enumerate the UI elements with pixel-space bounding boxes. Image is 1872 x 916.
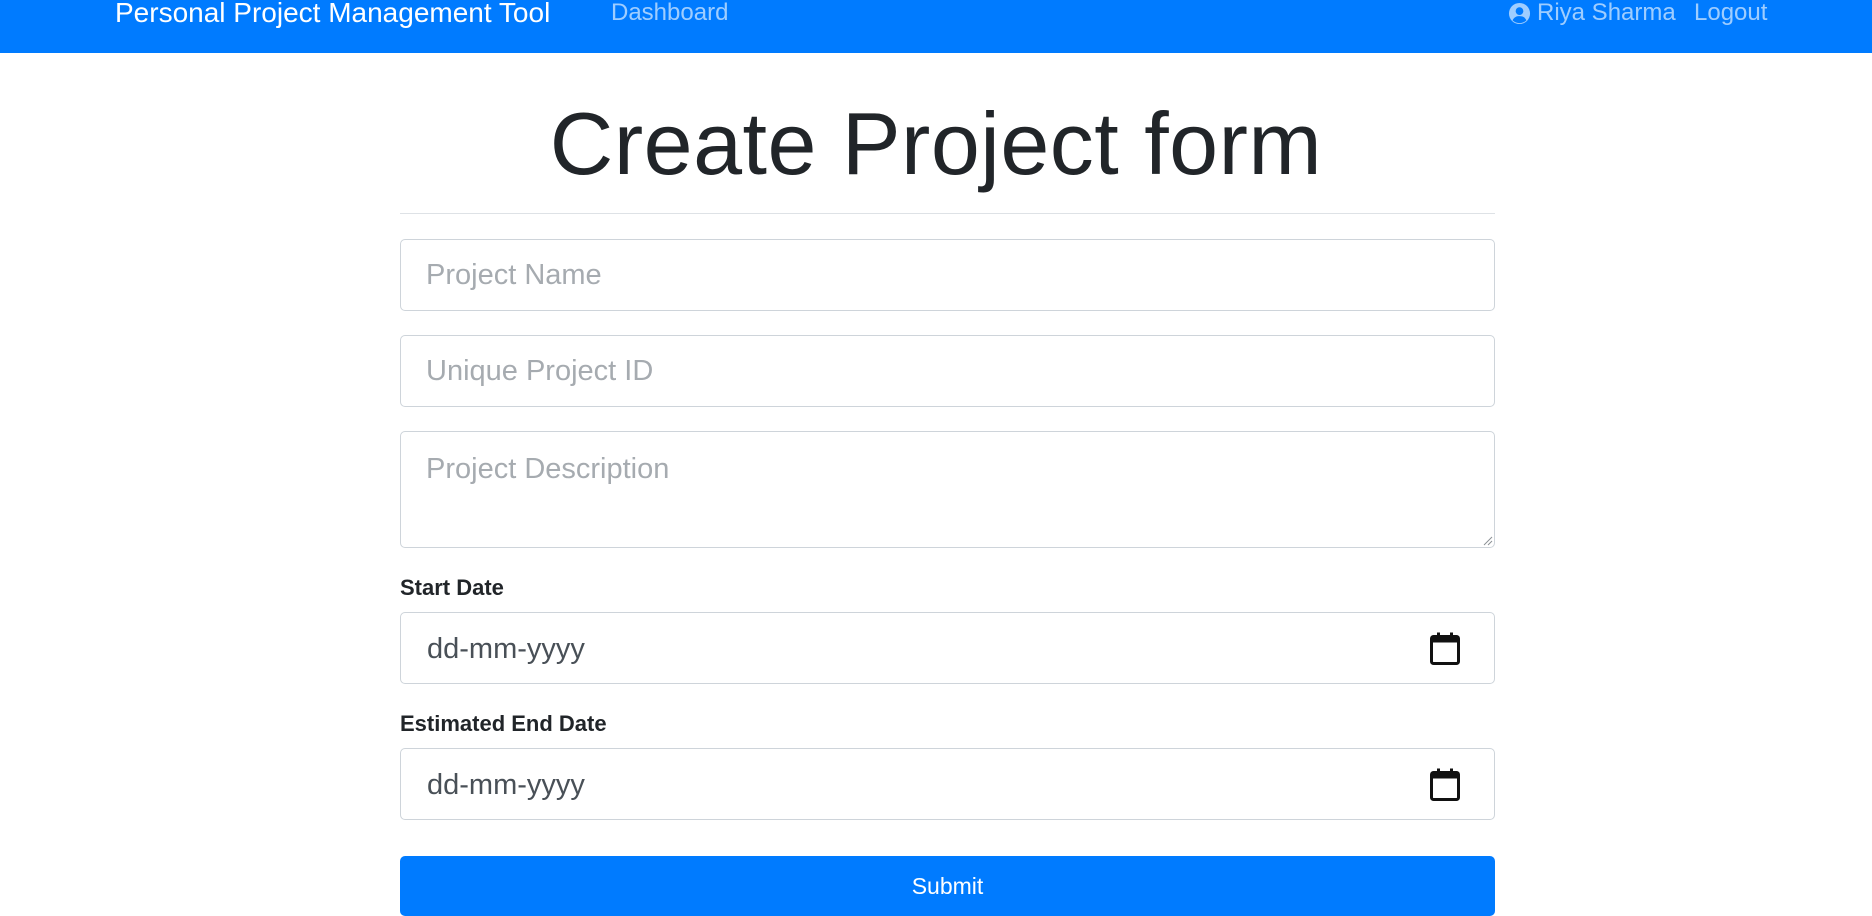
end-date-input[interactable]: dd-mm-yyyy [400, 748, 1495, 820]
resize-grip-icon[interactable] [1482, 535, 1493, 546]
page-title: Create Project form [549, 94, 1323, 193]
project-description-textarea[interactable] [400, 431, 1495, 548]
nav-dashboard-link[interactable]: Dashboard [611, 0, 728, 26]
start-date-input[interactable]: dd-mm-yyyy [400, 612, 1495, 684]
project-name-input[interactable] [400, 239, 1495, 311]
project-id-input[interactable] [400, 335, 1495, 407]
calendar-icon[interactable] [1430, 632, 1460, 665]
calendar-icon[interactable] [1430, 768, 1460, 801]
user-name: Riya Sharma [1537, 0, 1676, 26]
submit-button[interactable]: Submit [400, 856, 1495, 916]
start-date-label: Start Date [400, 575, 504, 600]
nav-user-link[interactable]: Riya Sharma [1508, 0, 1676, 26]
logout-link[interactable]: Logout [1694, 0, 1767, 26]
start-date-value: dd-mm-yyyy [427, 633, 585, 665]
title-divider [400, 213, 1495, 214]
end-date-label: Estimated End Date [400, 711, 607, 736]
brand-link[interactable]: Personal Project Management Tool [115, 0, 550, 28]
end-date-value: dd-mm-yyyy [427, 769, 585, 801]
user-circle-icon [1508, 2, 1531, 24]
navbar: Personal Project Management Tool Dashboa… [0, 0, 1872, 53]
